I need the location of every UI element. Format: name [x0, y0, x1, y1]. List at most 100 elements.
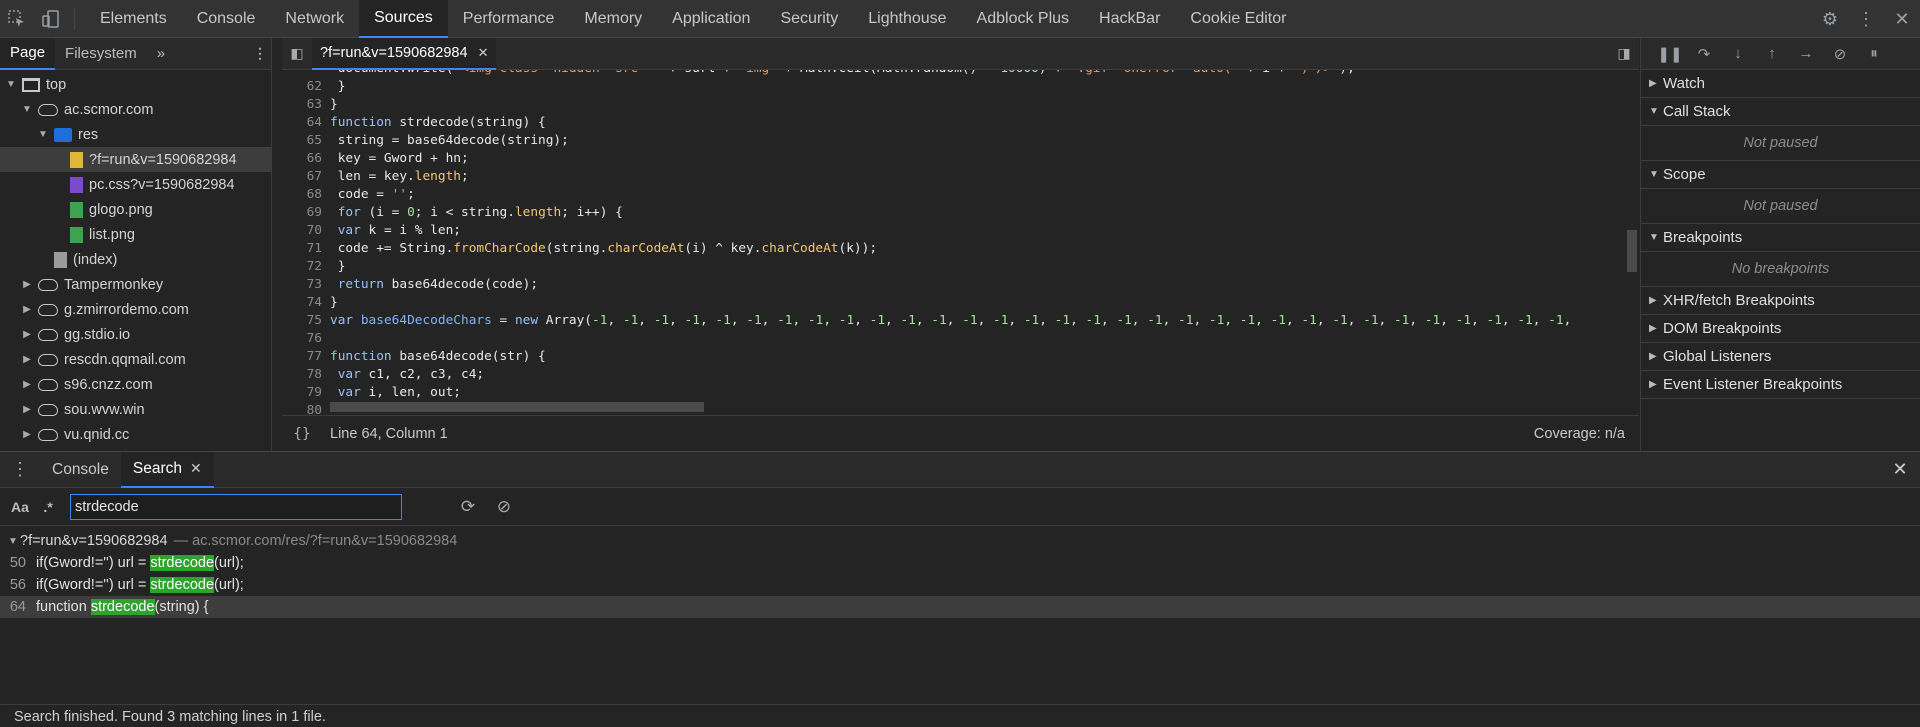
- collapse-triangle-icon[interactable]: ▶: [20, 279, 34, 290]
- collapse-triangle-icon[interactable]: ▶: [20, 329, 34, 340]
- editor-file-tab[interactable]: ?f=run&v=1590682984 ✕: [312, 37, 497, 70]
- tab-lighthouse[interactable]: Lighthouse: [853, 0, 961, 38]
- collapse-triangle-icon[interactable]: ▶: [20, 379, 34, 390]
- line-number[interactable]: 71: [282, 241, 326, 259]
- collapse-triangle-icon[interactable]: ▶: [20, 429, 34, 440]
- line-number[interactable]: 75: [282, 313, 326, 331]
- line-number[interactable]: 66: [282, 151, 326, 169]
- pretty-print-icon[interactable]: {}: [282, 426, 322, 442]
- line-number[interactable]: 79: [282, 385, 326, 403]
- tab-page[interactable]: Page: [0, 37, 56, 70]
- close-tab-icon[interactable]: ✕: [478, 45, 489, 61]
- navigator-menu-icon[interactable]: ⋮: [249, 45, 271, 62]
- section-header[interactable]: ▶ XHR/fetch Breakpoints: [1641, 287, 1920, 314]
- step-icon[interactable]: →: [1789, 45, 1823, 62]
- expand-triangle-icon[interactable]: ▼: [4, 79, 18, 90]
- tree-item-domain[interactable]: ▶ s96.cnzz.com: [0, 372, 271, 397]
- search-result-line[interactable]: 50 if(Gword!='') url = strdecode (url);: [0, 552, 1920, 574]
- pause-icon[interactable]: ❚❚: [1653, 45, 1687, 63]
- step-over-icon[interactable]: ↷: [1687, 45, 1721, 63]
- line-number[interactable]: 80: [282, 403, 326, 415]
- search-input[interactable]: [70, 493, 402, 520]
- regex-toggle[interactable]: .*: [34, 499, 62, 515]
- tab-security[interactable]: Security: [765, 0, 853, 38]
- tree-item-file[interactable]: list.png: [0, 222, 271, 247]
- result-file-header[interactable]: ▼ ?f=run&v=1590682984 — ac.scmor.com/res…: [0, 530, 1920, 552]
- tree-item-file[interactable]: glogo.png: [0, 197, 271, 222]
- tree-item-domain[interactable]: ▶ g.zmirrordemo.com: [0, 297, 271, 322]
- line-number[interactable]: 78: [282, 367, 326, 385]
- line-number[interactable]: 64: [282, 115, 326, 133]
- line-number[interactable]: 77: [282, 349, 326, 367]
- deactivate-breakpoints-icon[interactable]: ⊘: [1823, 45, 1857, 63]
- tab-adblock-plus[interactable]: Adblock Plus: [962, 0, 1085, 38]
- section-header[interactable]: ▶ DOM Breakpoints: [1641, 315, 1920, 342]
- expand-triangle-icon[interactable]: ▼: [20, 104, 34, 115]
- tab-hackbar[interactable]: HackBar: [1084, 0, 1175, 38]
- line-number[interactable]: 62: [282, 79, 326, 97]
- line-number[interactable]: 65: [282, 133, 326, 151]
- horizontal-scrollbar[interactable]: [330, 402, 704, 412]
- tree-item-file-selected[interactable]: ?f=run&v=1590682984: [0, 147, 271, 172]
- close-devtools-icon[interactable]: ✕: [1884, 9, 1920, 30]
- pause-on-exceptions-icon[interactable]: ⏸: [1857, 45, 1891, 62]
- tree-item-file[interactable]: (index): [0, 247, 271, 272]
- line-number[interactable]: 69: [282, 205, 326, 223]
- search-result-line[interactable]: 64 function strdecode (string) {: [0, 596, 1920, 618]
- tree-item-folder[interactable]: ▼ res: [0, 122, 271, 147]
- more-tabs-chevron-icon[interactable]: »: [147, 38, 175, 70]
- device-toolbar-icon[interactable]: [34, 0, 68, 38]
- tab-performance[interactable]: Performance: [448, 0, 570, 38]
- collapse-triangle-icon[interactable]: ▶: [20, 404, 34, 415]
- tree-item-domain[interactable]: ▶ rescdn.qqmail.com: [0, 347, 271, 372]
- tab-filesystem[interactable]: Filesystem: [55, 38, 147, 70]
- tab-network[interactable]: Network: [270, 0, 359, 38]
- section-header[interactable]: ▼ Call Stack: [1641, 98, 1920, 125]
- tab-application[interactable]: Application: [657, 0, 765, 38]
- step-out-icon[interactable]: ↑: [1755, 45, 1789, 62]
- close-tab-icon[interactable]: ✕: [190, 460, 202, 477]
- tab-console[interactable]: Console: [40, 452, 121, 488]
- tab-console[interactable]: Console: [182, 0, 271, 38]
- section-header[interactable]: ▶ Global Listeners: [1641, 343, 1920, 370]
- inspect-element-icon[interactable]: [0, 0, 34, 38]
- line-number[interactable]: 76: [282, 331, 326, 349]
- clear-icon[interactable]: ⊘: [486, 497, 522, 517]
- section-header[interactable]: ▼ Breakpoints: [1641, 224, 1920, 251]
- tree-item-top[interactable]: ▼ top: [0, 72, 271, 97]
- close-drawer-icon[interactable]: ✕: [1880, 459, 1920, 480]
- tree-item-domain[interactable]: ▼ ac.scmor.com: [0, 97, 271, 122]
- tab-search[interactable]: Search ✕: [120, 451, 214, 488]
- tab-sources[interactable]: Sources: [359, 0, 448, 38]
- search-result-line[interactable]: 56 if(Gword!='') url = strdecode (url);: [0, 574, 1920, 596]
- line-number[interactable]: 67: [282, 169, 326, 187]
- line-number[interactable]: 72: [282, 259, 326, 277]
- line-number[interactable]: 63: [282, 97, 326, 115]
- line-number[interactable]: 73: [282, 277, 326, 295]
- expand-triangle-icon[interactable]: ▼: [36, 129, 50, 140]
- tree-item-domain[interactable]: ▶ Tampermonkey: [0, 272, 271, 297]
- vertical-scrollbar[interactable]: [1627, 230, 1637, 272]
- toggle-debugger-icon[interactable]: ◨: [1609, 45, 1639, 62]
- section-header[interactable]: ▶ Event Listener Breakpoints: [1641, 371, 1920, 398]
- line-number[interactable]: 68: [282, 187, 326, 205]
- drawer-menu-icon[interactable]: ⋮: [0, 459, 40, 480]
- code-view[interactable]: document.write('<img class="hidden" src=…: [282, 70, 1639, 415]
- more-options-icon[interactable]: ⋮: [1848, 9, 1884, 30]
- line-number[interactable]: 70: [282, 223, 326, 241]
- collapse-triangle-icon[interactable]: ▶: [20, 354, 34, 365]
- section-header[interactable]: ▼ Scope: [1641, 161, 1920, 188]
- settings-gear-icon[interactable]: ⚙: [1812, 9, 1848, 30]
- tree-item-file[interactable]: pc.css?v=1590682984: [0, 172, 271, 197]
- expand-triangle-icon[interactable]: ▼: [6, 536, 20, 547]
- match-case-toggle[interactable]: Aa: [6, 499, 34, 515]
- tree-item-domain[interactable]: ▶ sou.wvw.win: [0, 397, 271, 422]
- tree-item-domain[interactable]: ▶ vu.qnid.cc: [0, 422, 271, 447]
- collapse-triangle-icon[interactable]: ▶: [20, 304, 34, 315]
- section-header[interactable]: ▶ Watch: [1641, 70, 1920, 97]
- tab-elements[interactable]: Elements: [85, 0, 182, 38]
- line-number[interactable]: 74: [282, 295, 326, 313]
- tab-memory[interactable]: Memory: [569, 0, 657, 38]
- toggle-navigator-icon[interactable]: ◧: [282, 45, 312, 62]
- tree-item-domain[interactable]: ▶ gg.stdio.io: [0, 322, 271, 347]
